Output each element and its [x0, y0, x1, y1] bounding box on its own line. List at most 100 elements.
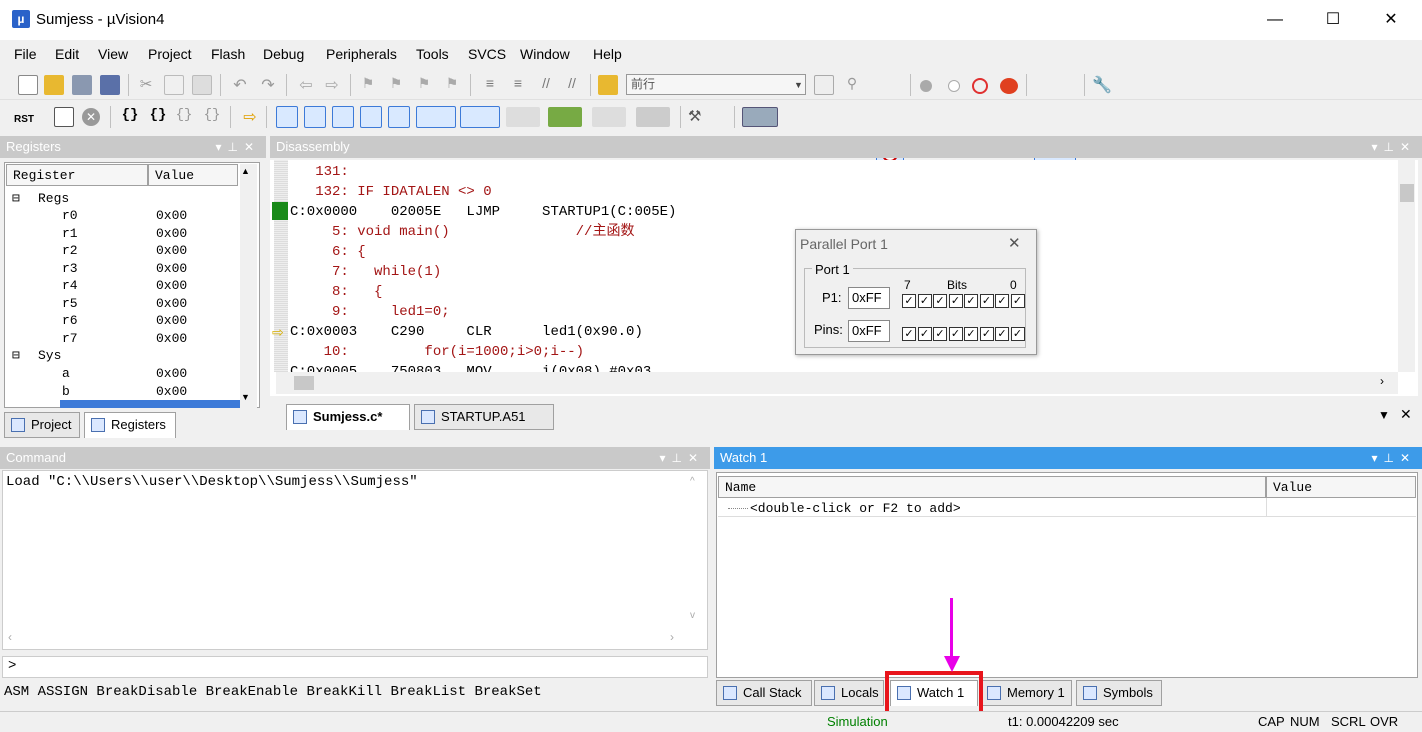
asm-line[interactable]: C:0x0003 C290 CLR led1(0x90.0)	[290, 322, 643, 342]
p1-bit-checkbox[interactable]: ✓	[964, 294, 978, 308]
open-folder-icon[interactable]	[44, 75, 64, 95]
symbols-window-icon[interactable]	[332, 106, 354, 128]
p1-bit-checkbox[interactable]: ✓	[979, 294, 994, 308]
source-line[interactable]: 9: led1=0;	[290, 302, 450, 322]
disassembly-window-icon[interactable]	[304, 106, 326, 128]
watch-add-row[interactable]: <double-click or F2 to add>	[750, 501, 961, 516]
scroll-right-icon[interactable]: ›	[1380, 374, 1384, 388]
register-name[interactable]: a	[62, 365, 70, 382]
breakpoint-insert-icon[interactable]	[920, 80, 932, 92]
scroll-down-icon[interactable]: ▼	[241, 392, 250, 402]
menu-tools[interactable]: Tools	[416, 46, 449, 62]
register-value[interactable]: 0x00	[156, 225, 187, 242]
reset-cpu-button[interactable]: RST	[14, 106, 40, 128]
bookmark-toggle-icon[interactable]: ⚑	[358, 75, 378, 95]
undo-icon[interactable]: ↶	[230, 75, 250, 95]
menu-edit[interactable]: Edit	[55, 46, 79, 62]
tab-project[interactable]: Project	[4, 412, 80, 438]
command-window-icon[interactable]	[276, 106, 298, 128]
tab-sumjess-c[interactable]: Sumjess.c*	[286, 404, 410, 430]
pins-bit-checkbox[interactable]: ✓	[1010, 327, 1025, 341]
menu-view[interactable]: View	[98, 46, 128, 62]
paste-icon[interactable]	[192, 75, 212, 95]
call-stack-window-icon[interactable]	[388, 106, 410, 128]
pins-bit-checkbox[interactable]: ✓	[964, 327, 978, 341]
registers-window-icon[interactable]	[360, 106, 382, 128]
find-in-files-icon[interactable]	[598, 75, 618, 95]
incremental-find-icon[interactable]: ⚲	[842, 75, 862, 95]
pins-bit-checkbox[interactable]: ✓	[948, 327, 963, 341]
p1-bit-checkbox[interactable]: ✓	[902, 294, 916, 308]
tab-registers[interactable]: Registers	[84, 412, 176, 438]
configure-wrench-icon[interactable]: 🔧	[1092, 75, 1112, 95]
p1-bit-checkbox[interactable]: ✓	[917, 294, 932, 308]
scroll-right-icon[interactable]: ›	[670, 630, 674, 644]
dialog-close-icon[interactable]: ✕	[1008, 234, 1021, 252]
tab-startup-a51[interactable]: STARTUP.A51	[414, 404, 554, 430]
find-icon[interactable]	[814, 75, 834, 95]
run-icon[interactable]	[54, 107, 74, 127]
tab-memory-1[interactable]: Memory 1	[980, 680, 1072, 706]
menu-window[interactable]: Window	[520, 46, 570, 62]
register-name[interactable]: r1	[62, 225, 78, 242]
bookmark-next-icon[interactable]: ⚑	[414, 75, 434, 95]
register-value[interactable]: 0x00	[156, 260, 187, 277]
new-file-icon[interactable]	[18, 75, 38, 95]
toolbox-dropdown[interactable]: ⚒	[688, 107, 724, 127]
expand-icon[interactable]: ⊟	[12, 347, 20, 364]
menu-help[interactable]: Help	[593, 46, 622, 62]
stop-icon[interactable]: ✕	[82, 108, 100, 126]
p1-bit-checkbox[interactable]: ✓	[1010, 294, 1025, 308]
register-value[interactable]: 0x00	[156, 330, 187, 347]
register-name[interactable]: r3	[62, 260, 78, 277]
value-column-header[interactable]: Value	[148, 164, 238, 186]
menu-debug[interactable]: Debug	[263, 46, 304, 62]
scroll-left-icon[interactable]: ‹	[8, 630, 12, 644]
panel-controls[interactable]: ▾⊥✕	[215, 136, 260, 158]
command-input[interactable]	[2, 656, 708, 678]
bookmark-clear-icon[interactable]: ⚑	[442, 75, 462, 95]
sys-group[interactable]: Sys	[38, 347, 61, 364]
tab-list-dropdown-icon[interactable]: ▼	[1378, 408, 1390, 422]
close-button[interactable]: ✕	[1362, 0, 1420, 40]
scroll-up-icon[interactable]: ▲	[241, 166, 250, 176]
bookmark-prev-icon[interactable]: ⚑	[386, 75, 406, 95]
indent-icon[interactable]: ≡	[480, 75, 500, 95]
source-line[interactable]: 7: while(1)	[290, 262, 441, 282]
copy-icon[interactable]	[164, 75, 184, 95]
source-line[interactable]: 8: {	[290, 282, 382, 302]
p1-bit-checkbox[interactable]: ✓	[933, 294, 947, 308]
breakpoint-disable-all-icon[interactable]	[972, 78, 988, 94]
step-out-icon[interactable]: {}	[174, 107, 194, 127]
register-value[interactable]: 0x00	[156, 295, 187, 312]
p1-bit-checkbox[interactable]: ✓	[948, 294, 963, 308]
pins-value-field[interactable]: 0xFF	[848, 320, 890, 342]
menu-peripherals[interactable]: Peripherals	[326, 46, 397, 62]
uncomment-icon[interactable]: //	[562, 75, 582, 95]
source-line[interactable]: 131:	[290, 162, 349, 182]
source-line[interactable]: 6: {	[290, 242, 366, 262]
selected-register-row[interactable]	[60, 400, 240, 408]
p1-value-field[interactable]: 0xFF	[848, 287, 890, 309]
redo-icon[interactable]: ↷	[258, 75, 278, 95]
unindent-icon[interactable]: ≡	[508, 75, 528, 95]
chevron-down-icon[interactable]: ▼	[794, 80, 803, 90]
menu-project[interactable]: Project	[148, 46, 192, 62]
value-column-header[interactable]: Value	[1266, 476, 1416, 498]
tab-call-stack[interactable]: Call Stack	[716, 680, 812, 706]
register-value[interactable]: 0x00	[156, 365, 187, 382]
name-column-header[interactable]: Name	[718, 476, 1266, 498]
memory-window-dropdown[interactable]	[460, 106, 500, 128]
pins-bit-checkbox[interactable]: ✓	[995, 327, 1009, 341]
registers-scrollbar[interactable]	[240, 164, 257, 408]
analysis-window-dropdown[interactable]	[548, 107, 582, 127]
panel-controls[interactable]: ▾⊥✕	[1371, 447, 1416, 469]
menu-file[interactable]: File	[14, 46, 37, 62]
cut-icon[interactable]: ✂	[136, 75, 156, 95]
register-name[interactable]: r2	[62, 242, 78, 259]
menu-flash[interactable]: Flash	[211, 46, 245, 62]
save-icon[interactable]	[72, 75, 92, 95]
p1-bit-checkbox[interactable]: ✓	[995, 294, 1009, 308]
nav-back-icon[interactable]: ⇦	[296, 75, 316, 95]
pins-bit-checkbox[interactable]: ✓	[917, 327, 932, 341]
